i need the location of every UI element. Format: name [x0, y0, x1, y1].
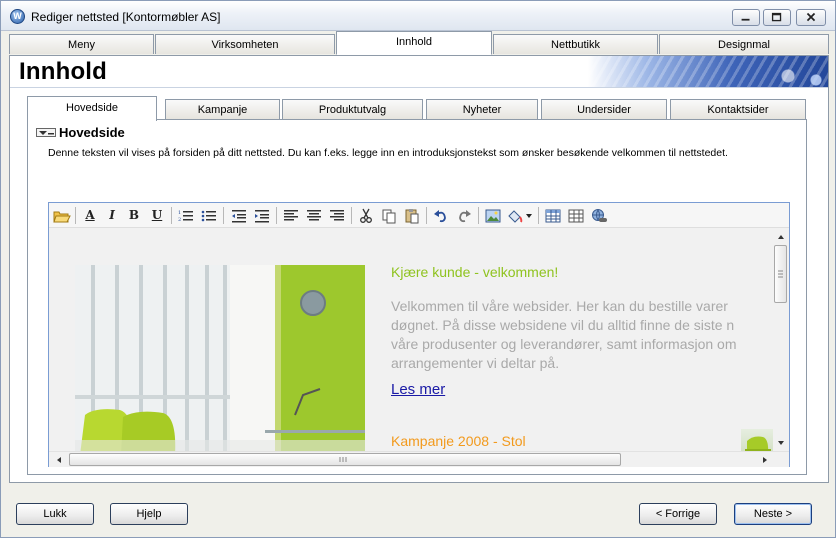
editor-toolbar: A I B U 12 [49, 203, 789, 228]
tab-hovedside[interactable]: Hovedside [27, 96, 157, 121]
svg-text:2: 2 [178, 217, 181, 223]
campaign-heading: Kampanje 2008 - Stol [391, 433, 526, 449]
link-icon[interactable] [589, 206, 609, 225]
align-right-icon[interactable] [327, 206, 347, 225]
scroll-right-icon[interactable] [759, 453, 771, 467]
table-icon[interactable] [543, 206, 563, 225]
table-properties-icon[interactable] [566, 206, 586, 225]
header-banner: Innhold [10, 56, 828, 88]
scroll-down-icon[interactable] [773, 437, 789, 449]
undo-icon[interactable] [431, 206, 451, 225]
vertical-scrollbar[interactable] [773, 229, 789, 451]
scroll-left-icon[interactable] [53, 453, 65, 467]
office-photo [75, 265, 365, 451]
content-heading: Kjære kunde - velkommen! [391, 264, 559, 280]
window-title: Rediger nettsted [Kontormøbler AS] [31, 10, 221, 24]
font-color-icon[interactable]: A [80, 206, 100, 225]
copy-icon[interactable] [379, 206, 399, 225]
collapse-toggle-icon[interactable] [36, 128, 56, 137]
content-body: Velkommen til våre websider. Her kan du … [391, 298, 737, 371]
bold-icon[interactable]: B [124, 206, 144, 225]
tab-undersider[interactable]: Undersider [541, 99, 667, 120]
tab-innhold[interactable]: Innhold [336, 31, 492, 55]
title-bar: W Rediger nettsted [Kontormøbler AS] [1, 1, 835, 31]
tab-meny[interactable]: Meny [9, 34, 154, 54]
horizontal-scrollbar[interactable] [49, 451, 789, 467]
tab-nyheter[interactable]: Nyheter [426, 99, 538, 120]
svg-text:1: 1 [178, 210, 181, 216]
section-title: Hovedside [59, 125, 125, 140]
vertical-scroll-thumb[interactable] [774, 245, 787, 303]
application-window: W Rediger nettsted [Kontormøbler AS] Men… [0, 0, 836, 538]
banner-image [588, 56, 828, 87]
read-more-link[interactable]: Les mer [391, 381, 445, 398]
main-panel: Innhold Hovedside Kampanje Produktutvalg… [9, 55, 829, 483]
tab-kontaktsider[interactable]: Kontaktsider [670, 99, 806, 120]
campaign-chair-thumbnail [741, 429, 773, 451]
unordered-list-icon[interactable] [199, 206, 219, 225]
outdent-icon[interactable] [229, 206, 249, 225]
align-center-icon[interactable] [304, 206, 324, 225]
ordered-list-icon[interactable]: 12 [176, 206, 196, 225]
open-icon[interactable] [52, 206, 72, 225]
italic-icon[interactable]: I [102, 206, 122, 225]
inner-tab-bar: Hovedside Kampanje Produktutvalg Nyheter… [27, 96, 807, 121]
close-icon [806, 12, 816, 22]
background-color-icon[interactable] [506, 206, 534, 225]
close-button[interactable]: Lukk [16, 503, 94, 525]
top-tab-bar: Meny Virksomheten Innhold Nettbutikk Des… [9, 31, 829, 56]
tab-virksomheten[interactable]: Virksomheten [155, 34, 335, 54]
maximize-button[interactable] [763, 9, 791, 26]
office-photo-image [75, 265, 365, 451]
horizontal-scroll-thumb[interactable] [69, 453, 621, 466]
redo-icon[interactable] [454, 206, 474, 225]
maximize-icon [771, 12, 782, 22]
minimize-button[interactable] [732, 9, 760, 26]
app-icon: W [10, 9, 25, 24]
tab-designmal[interactable]: Designmal [659, 34, 829, 54]
indent-icon[interactable] [252, 206, 272, 225]
help-button[interactable]: Hjelp [110, 503, 188, 525]
scroll-up-icon[interactable] [773, 231, 789, 243]
minimize-icon [741, 18, 750, 21]
align-left-icon[interactable] [281, 206, 301, 225]
page-title: Innhold [19, 58, 108, 85]
close-window-button[interactable] [796, 9, 826, 26]
image-icon[interactable] [483, 206, 503, 225]
tab-produktutvalg[interactable]: Produktutvalg [282, 99, 423, 120]
paste-icon[interactable] [402, 206, 422, 225]
next-button[interactable]: Neste > [734, 503, 812, 525]
tab-nettbutikk[interactable]: Nettbutikk [493, 34, 658, 54]
editor-content-area[interactable]: Kjære kunde - velkommen! Velkommen til v… [49, 229, 773, 451]
section-description: Denne teksten vil vises på forsiden på d… [48, 147, 728, 159]
previous-button[interactable]: < Forrige [639, 503, 717, 525]
hovedside-panel: Hovedside Denne teksten vil vises på for… [27, 119, 807, 475]
underline-icon[interactable]: U [147, 206, 167, 225]
cut-icon[interactable] [356, 206, 376, 225]
rich-text-editor[interactable]: A I B U 12 Kjære kunde - velkommen! Velk… [48, 202, 790, 467]
tab-kampanje[interactable]: Kampanje [165, 99, 280, 120]
